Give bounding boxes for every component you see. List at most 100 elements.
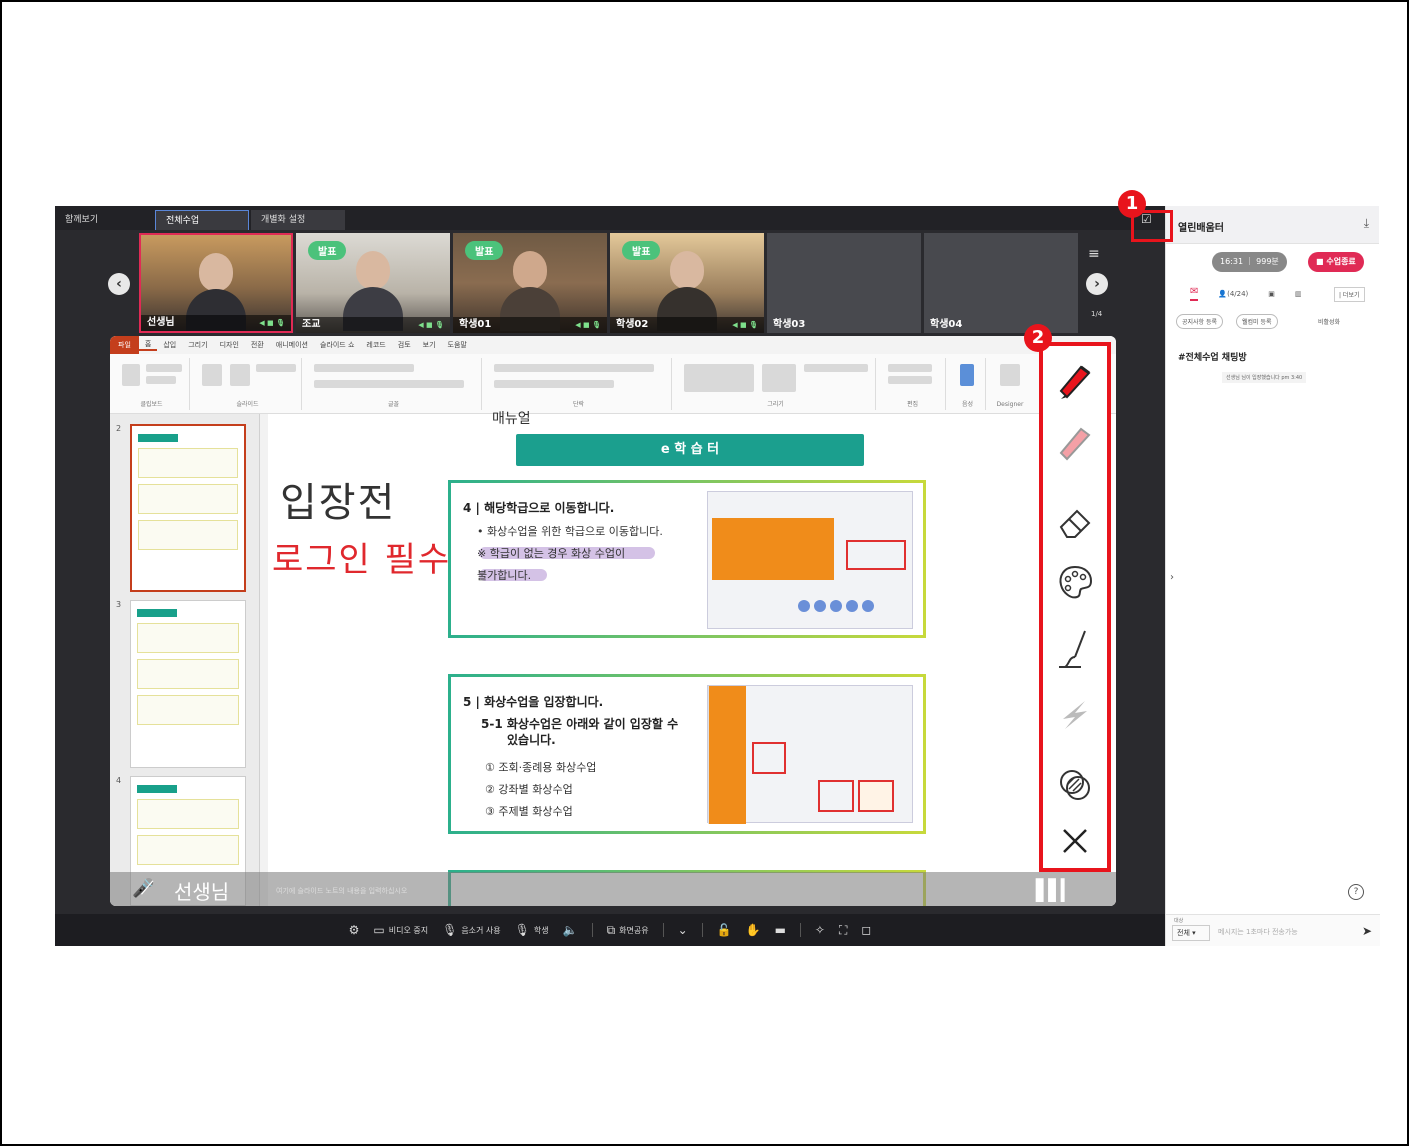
ribbon-tab-help[interactable]: 도움말 — [442, 340, 473, 350]
mic-icon: 🎙 — [442, 923, 458, 937]
ribbon-group-slides[interactable]: 슬라이드 — [194, 358, 302, 410]
participant-tile[interactable]: 발표 조교 ◀ ■ 🎙 — [296, 233, 450, 333]
slide-number: 2 — [116, 424, 122, 433]
help-icon[interactable]: ? — [1348, 884, 1364, 900]
lock-icon[interactable]: 🔓 — [717, 923, 732, 937]
ribbon-tab-view[interactable]: 보기 — [417, 340, 442, 350]
close-icon[interactable] — [1043, 816, 1107, 866]
next-arrow-icon[interactable]: › — [1086, 273, 1108, 295]
divider — [701, 923, 703, 937]
participant-name: 학생02 ◀ ■ 🎙 — [610, 317, 764, 333]
chevron-down-icon[interactable]: ⌄ — [678, 923, 688, 937]
ribbon-group-paragraph[interactable]: 단락 — [486, 358, 672, 410]
eraser-icon[interactable] — [1043, 496, 1107, 546]
divider — [662, 923, 664, 937]
download-icon[interactable]: ⤓ — [1364, 216, 1369, 231]
ribbon-tabs: 파일 홈 삽입 그리기 디자인 전환 애니메이션 슬라이드 쇼 레코드 검토 보… — [110, 336, 1116, 354]
palette-icon[interactable] — [1043, 558, 1107, 608]
files-tab-icon[interactable]: ▣ — [1268, 290, 1275, 298]
present-badge: 발표 — [622, 241, 661, 260]
ribbon-tab-design[interactable]: 디자인 — [214, 340, 245, 350]
class-entry-screenshot-image — [707, 685, 913, 824]
ribbon-tab-draw[interactable]: 그리기 — [182, 340, 213, 350]
slide-thumbnail[interactable] — [130, 424, 246, 592]
laser-icon[interactable] — [1043, 690, 1107, 740]
chat-tab-icon[interactable]: ✉ — [1190, 286, 1199, 301]
highlighter-icon[interactable] — [1043, 418, 1107, 468]
whiteboard-toggle-icon[interactable]: ☑ — [1141, 212, 1152, 226]
card-subheading: 5-1 화상수업은 아래와 같이 입장할 수 — [481, 717, 679, 731]
notice-register-chip[interactable]: 공지사항 등록 — [1176, 314, 1224, 329]
welcome-register-chip[interactable]: 웰컴미 등록 — [1236, 314, 1278, 329]
record-icon[interactable]: ▬ — [775, 923, 786, 937]
speaker-overlay: 🎤̸ 선생님 여기에 슬라이드 노트의 내용을 입력하십시오 ▌▌▎ — [110, 872, 1116, 906]
slide-canvas[interactable]: 매뉴얼 e 학 습 터 입장전 로그인 필수 4 | 해당학급으로 이동합니다.… — [268, 411, 1116, 906]
disable-toggle[interactable]: 비활성화 — [1318, 317, 1340, 326]
more-button[interactable]: | 더보기 — [1334, 287, 1365, 302]
pen-icon[interactable] — [1043, 356, 1107, 406]
participant-tile[interactable]: 학생03 — [767, 233, 921, 333]
ribbon-tab-slideshow[interactable]: 슬라이드 쇼 — [314, 340, 360, 350]
handwriting-black: 입장전 — [280, 480, 397, 526]
stats-tab-icon[interactable]: ▥ — [1295, 290, 1302, 298]
filter-icon[interactable]: ≡ — [1088, 246, 1100, 262]
participant-strip: 선생님 ◀ ■ 🎙 발표 조교 ◀ ■ 🎙 발표 학생01 ◀ ■ 🎙 발표 학생02… — [139, 233, 1079, 333]
slide-title: e 학 습 터 — [516, 434, 864, 466]
ribbon-group-editing[interactable]: 편집 — [880, 358, 946, 410]
tab-individual-settings[interactable]: 개별화 설정 — [251, 210, 345, 230]
speaker-icon[interactable]: 🔈 — [563, 923, 578, 937]
chat-room-title: #전체수업 채팅방 — [1178, 353, 1247, 363]
prev-arrow-icon[interactable]: ‹ — [108, 273, 130, 295]
slide-notes: 여기에 슬라이드 노트의 내용을 입력하십시오 — [276, 887, 408, 895]
ribbon-tab-animation[interactable]: 애니메이션 — [270, 340, 314, 350]
ribbon-group-designer[interactable]: Designer — [990, 358, 1030, 410]
participant-tile[interactable]: 학생04 — [924, 233, 1078, 333]
ribbon-tab-home[interactable]: 홈 — [138, 339, 158, 351]
ribbon-group-clipboard[interactable]: 클립보드 — [114, 358, 190, 410]
target-select[interactable]: 전체 ▾ — [1172, 925, 1210, 941]
ribbon-tab-record[interactable]: 레코드 — [360, 340, 391, 350]
tab-together[interactable]: 함께보기 — [55, 210, 155, 230]
mute-all-button[interactable]: 🎙 음소거 사용 — [442, 923, 501, 937]
screen-share-icon: ⧉ — [606, 922, 616, 937]
slide-thumbnail[interactable] — [130, 600, 246, 768]
participant-tile[interactable]: 선생님 ◀ ■ 🎙 — [139, 233, 293, 333]
end-class-button[interactable]: ■ 수업종료 — [1308, 252, 1364, 272]
message-input[interactable]: 메시지는 1초마다 전송가능 — [1218, 927, 1298, 937]
ribbon-group-drawing[interactable]: 그리기 — [676, 358, 876, 410]
ribbon-tab-file[interactable]: 파일 — [110, 336, 139, 354]
brush-icon[interactable] — [1043, 624, 1107, 674]
pointer-icon[interactable]: ✧ — [815, 923, 825, 937]
participant-tile[interactable]: 발표 학생02 ◀ ■ 🎙 — [610, 233, 764, 333]
student-mic-button[interactable]: 🎙 학생 — [515, 923, 549, 937]
raise-hand-icon[interactable]: ✋ — [746, 923, 761, 937]
slide-header: 매뉴얼 — [492, 411, 531, 427]
mic-status-icon: ◀ ■ 🎙 — [259, 319, 285, 327]
shape-icon[interactable] — [1043, 760, 1107, 810]
mic-status-icon: ◀ ■ 🎙 — [575, 321, 601, 329]
participant-tile[interactable]: 발표 학생01 ◀ ■ 🎙 — [453, 233, 607, 333]
card-item: ① 조회·종례용 화상수업 — [485, 761, 597, 774]
divider — [799, 923, 801, 937]
video-stop-button[interactable]: ▭ 비디오 중지 — [373, 923, 428, 937]
participants-tab[interactable]: 👤(4/24) — [1218, 290, 1248, 298]
participant-name: 학생03 — [773, 319, 806, 330]
callout-number: 2 — [1024, 324, 1052, 352]
screen-share-button[interactable]: ⧉ 화면공유 — [607, 923, 649, 938]
mic-icon: 🎙 — [514, 923, 530, 937]
ribbon-tab-review[interactable]: 검토 — [392, 340, 417, 350]
card-heading: 5 | 화상수업을 입장합니다. — [463, 695, 604, 709]
fullscreen-icon[interactable]: ⛶ — [839, 923, 847, 938]
settings-icon[interactable]: ⚙ — [349, 923, 360, 937]
tab-whole-class[interactable]: 전체수업 — [155, 210, 249, 230]
send-icon[interactable]: ➤ — [1362, 924, 1372, 938]
strip-page-indicator: 1/4 — [1091, 310, 1103, 318]
ribbon-group-font[interactable]: 글꼴 — [306, 358, 482, 410]
drawing-toolbar — [1039, 342, 1111, 872]
shared-powerpoint-window: 파일 홈 삽입 그리기 디자인 전환 애니메이션 슬라이드 쇼 레코드 검토 보… — [110, 336, 1116, 906]
ribbon-tab-insert[interactable]: 삽입 — [157, 340, 182, 350]
collapse-arrow-icon[interactable]: › — [1170, 572, 1174, 583]
ribbon-group-voice[interactable]: 음성 — [950, 358, 986, 410]
ribbon-tab-transition[interactable]: 전환 — [245, 340, 270, 350]
whiteboard-icon[interactable]: ◻ — [861, 923, 871, 937]
